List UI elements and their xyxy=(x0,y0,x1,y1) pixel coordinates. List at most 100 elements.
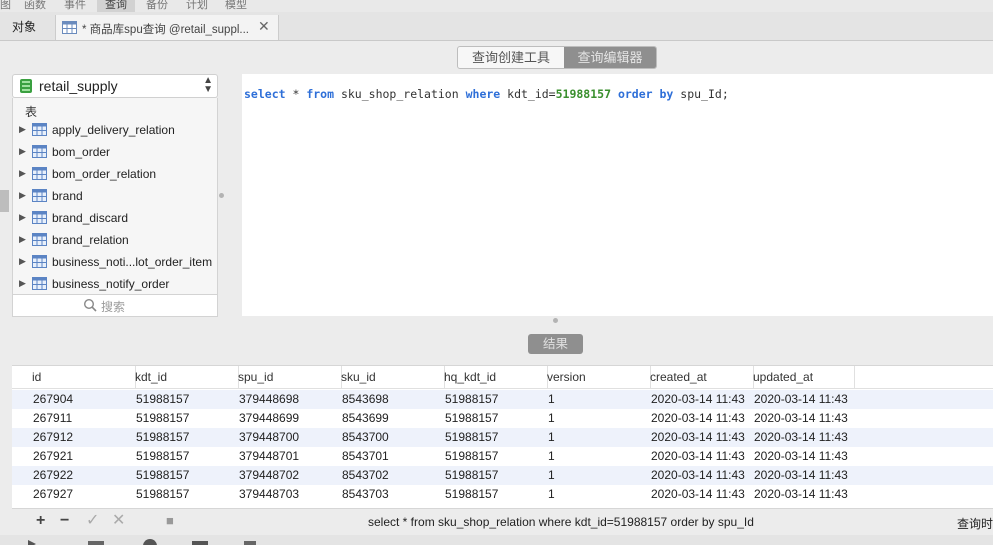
cell-updated-at: 2020-03-14 11:43 xyxy=(754,449,848,463)
menu-item-backup[interactable]: 备份 xyxy=(146,0,168,12)
menu-item-events[interactable]: 事件 xyxy=(64,0,86,12)
sql-keyword: by xyxy=(659,87,674,101)
cell-hq-kdt-id: 51988157 xyxy=(445,430,499,444)
tree-item-table[interactable]: ▶ bom_order xyxy=(13,141,217,163)
tab-query-label: * 商品库spu查询 @retail_suppl... xyxy=(82,24,249,36)
table-row[interactable]: 267922 51988157 379448702 8543702 519881… xyxy=(12,466,993,485)
triangle-right-icon[interactable]: ▶ xyxy=(19,234,26,245)
sql-number: 51988157 xyxy=(555,87,611,101)
column-header-id[interactable]: id xyxy=(32,366,136,388)
cell-kdt-id: 51988157 xyxy=(136,449,190,463)
database-select[interactable]: retail_supply ▲ ▼ xyxy=(12,74,218,98)
column-header-kdt-id[interactable]: kdt_id xyxy=(135,366,239,388)
delete-row-icon[interactable]: − xyxy=(60,513,69,529)
tree-item-table[interactable]: ▶ brand_relation xyxy=(13,229,217,251)
stop-icon[interactable]: ■ xyxy=(166,513,174,529)
table-name: apply_delivery_relation xyxy=(52,123,175,137)
cell-updated-at: 2020-03-14 11:43 xyxy=(754,430,848,444)
cell-updated-at: 2020-03-14 11:43 xyxy=(754,411,848,425)
cell-created-at: 2020-03-14 11:43 xyxy=(651,392,745,406)
column-header-created-at[interactable]: created_at xyxy=(650,366,754,388)
cell-kdt-id: 51988157 xyxy=(136,392,190,406)
triangle-right-icon[interactable]: ▶ xyxy=(19,256,26,267)
tree-item-table[interactable]: ▶ brand_discard xyxy=(13,207,217,229)
menu-item-view[interactable]: 图 xyxy=(0,0,11,12)
query-table-icon xyxy=(62,21,77,37)
cell-hq-kdt-id: 51988157 xyxy=(445,392,499,406)
sql-keyword: order xyxy=(617,87,653,101)
tree-item-table[interactable]: ▶ apply_delivery_relation xyxy=(13,119,217,141)
column-header-version[interactable]: version xyxy=(547,366,651,388)
add-row-icon[interactable]: + xyxy=(36,513,45,529)
triangle-right-icon[interactable]: ▶ xyxy=(19,124,26,135)
tree-item-table[interactable]: ▶ business_notify_order xyxy=(13,273,217,294)
sql-text: * xyxy=(285,87,307,101)
tree-heading-tables: 表 xyxy=(25,105,38,119)
cell-id: 267911 xyxy=(33,411,73,425)
table-name: bom_order xyxy=(52,145,111,159)
sql-statement[interactable]: select * from sku_shop_relation where kd… xyxy=(244,87,729,101)
table-row[interactable]: 267912 51988157 379448700 8543700 519881… xyxy=(12,428,993,447)
cell-sku-id: 8543700 xyxy=(342,430,389,444)
triangle-right-icon[interactable]: ▶ xyxy=(19,168,26,179)
menu-item-schedule[interactable]: 计划 xyxy=(186,0,208,12)
tree-item-table[interactable]: ▶ brand xyxy=(13,185,217,207)
cell-version: 1 xyxy=(548,468,555,482)
sql-text: spu_Id; xyxy=(673,87,729,101)
results-grid[interactable]: id kdt_id spu_id sku_id hq_kdt_id versio… xyxy=(12,365,993,508)
cell-spu-id: 379448702 xyxy=(239,468,300,482)
cell-hq-kdt-id: 51988157 xyxy=(445,468,499,482)
cell-kdt-id: 51988157 xyxy=(136,430,190,444)
results-tab[interactable]: 结果 xyxy=(528,334,583,354)
table-row[interactable]: 267921 51988157 379448701 8543701 519881… xyxy=(12,447,993,466)
close-icon[interactable]: ✕ xyxy=(258,18,270,35)
sql-keyword: from xyxy=(306,87,335,101)
search-icon xyxy=(83,298,97,315)
table-row[interactable]: 267927 51988157 379448703 8543703 519881… xyxy=(12,485,993,504)
cell-version: 1 xyxy=(548,392,555,406)
cell-hq-kdt-id: 51988157 xyxy=(445,487,499,501)
footer-toolbar-strip xyxy=(0,535,993,545)
query-editor-button[interactable]: 查询编辑器 xyxy=(564,47,656,68)
table-row[interactable]: 267904 51988157 379448698 8543698 519881… xyxy=(12,390,993,409)
cell-created-at: 2020-03-14 11:43 xyxy=(651,449,745,463)
search-placeholder: 搜索 xyxy=(101,300,126,314)
column-header-hq-kdt-id[interactable]: hq_kdt_id xyxy=(444,366,548,388)
database-icon xyxy=(19,78,33,97)
cell-id: 267904 xyxy=(33,392,74,406)
apply-changes-icon[interactable]: ✓ xyxy=(86,513,99,529)
discard-changes-icon[interactable]: ✕ xyxy=(112,513,125,529)
triangle-right-icon[interactable]: ▶ xyxy=(19,190,26,201)
status-query-time: 查询时间 xyxy=(957,517,993,531)
menu-item-model[interactable]: 模型 xyxy=(225,0,247,12)
object-search-input[interactable]: 搜索 xyxy=(12,294,218,317)
table-icon xyxy=(32,123,47,139)
cell-id: 267927 xyxy=(33,487,74,501)
cell-created-at: 2020-03-14 11:43 xyxy=(651,487,745,501)
triangle-right-icon[interactable]: ▶ xyxy=(19,278,26,289)
triangle-right-icon[interactable]: ▶ xyxy=(19,146,26,157)
sql-keyword: select xyxy=(244,87,286,101)
triangle-right-icon[interactable]: ▶ xyxy=(19,212,26,223)
tab-objects[interactable]: 对象 xyxy=(12,12,50,40)
menu-item-functions[interactable]: 函数 xyxy=(24,0,46,12)
table-icon xyxy=(32,233,47,249)
table-icon xyxy=(32,145,47,161)
menu-item-queries[interactable]: 查询 xyxy=(97,0,135,12)
tree-item-table[interactable]: ▶ bom_order_relation xyxy=(13,163,217,185)
table-row[interactable]: 267911 51988157 379448699 8543699 519881… xyxy=(12,409,993,428)
vertical-splitter-handle[interactable] xyxy=(219,193,224,198)
column-header-sku-id[interactable]: sku_id xyxy=(341,366,445,388)
cell-spu-id: 379448698 xyxy=(239,392,300,406)
column-header-updated-at[interactable]: updated_at xyxy=(753,366,855,388)
table-icon xyxy=(32,189,47,205)
tab-query-editor[interactable]: * 商品库spu查询 @retail_suppl... ✕ xyxy=(55,15,279,40)
horizontal-splitter-handle[interactable] xyxy=(553,318,558,323)
sql-editor[interactable]: select * from sku_shop_relation where kd… xyxy=(242,74,993,316)
column-header-spu-id[interactable]: spu_id xyxy=(238,366,342,388)
cell-spu-id: 379448703 xyxy=(239,487,300,501)
tree-item-table[interactable]: ▶ business_noti...lot_order_item xyxy=(13,251,217,273)
query-builder-button[interactable]: 查询创建工具 xyxy=(458,47,564,68)
